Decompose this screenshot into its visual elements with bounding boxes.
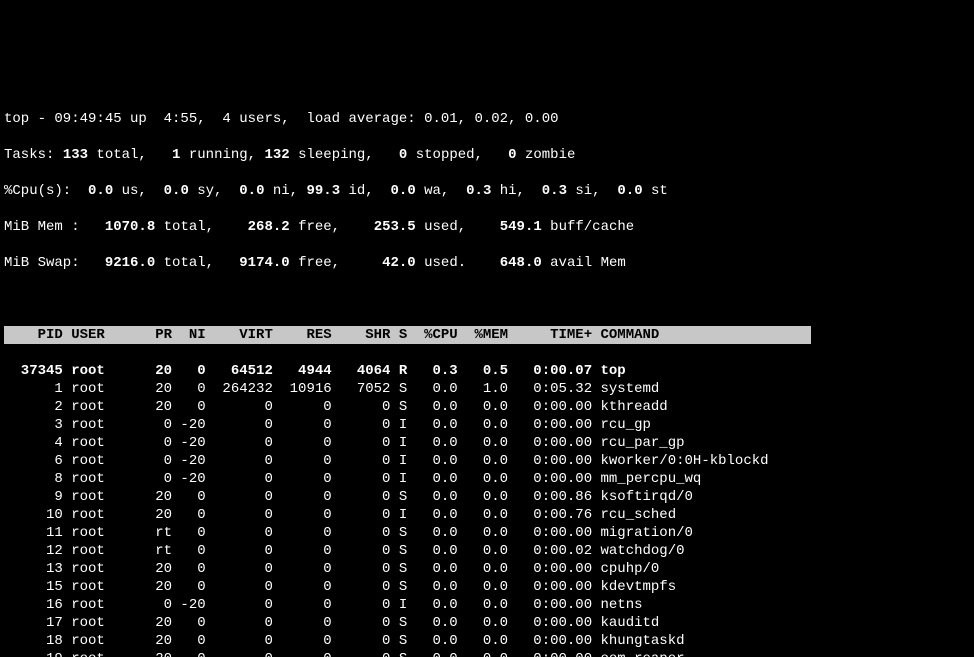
process-row[interactable]: 8 root 0 -20 0 0 0 I 0.0 0.0 0:00.00 mm_… [4,470,970,488]
process-row[interactable]: 37345 root 20 0 64512 4944 4064 R 0.3 0.… [4,362,970,380]
process-row[interactable]: 15 root 20 0 0 0 0 S 0.0 0.0 0:00.00 kde… [4,578,970,596]
process-row[interactable]: 19 root 20 0 0 0 0 S 0.0 0.0 0:00.00 oom… [4,650,970,657]
process-row[interactable]: 9 root 20 0 0 0 0 S 0.0 0.0 0:00.86 ksof… [4,488,970,506]
summary-line-5: MiB Swap: 9216.0 total, 9174.0 free, 42.… [4,254,970,272]
process-row[interactable]: 12 root rt 0 0 0 0 S 0.0 0.0 0:00.02 wat… [4,542,970,560]
blank-line [4,290,970,308]
summary-line-4: MiB Mem : 1070.8 total, 268.2 free, 253.… [4,218,970,236]
summary-line-3: %Cpu(s): 0.0 us, 0.0 sy, 0.0 ni, 99.3 id… [4,182,970,200]
process-row[interactable]: 6 root 0 -20 0 0 0 I 0.0 0.0 0:00.00 kwo… [4,452,970,470]
summary-line-1: top - 09:49:45 up 4:55, 4 users, load av… [4,110,970,128]
process-row[interactable]: 3 root 0 -20 0 0 0 I 0.0 0.0 0:00.00 rcu… [4,416,970,434]
terminal[interactable]: top - 09:49:45 up 4:55, 4 users, load av… [0,90,974,657]
process-row[interactable]: 1 root 20 0 264232 10916 7052 S 0.0 1.0 … [4,380,970,398]
process-row[interactable]: 17 root 20 0 0 0 0 S 0.0 0.0 0:00.00 kau… [4,614,970,632]
process-row[interactable]: 16 root 0 -20 0 0 0 I 0.0 0.0 0:00.00 ne… [4,596,970,614]
column-header[interactable]: PID USER PR NI VIRT RES SHR S %CPU %MEM … [4,326,970,344]
process-row[interactable]: 18 root 20 0 0 0 0 S 0.0 0.0 0:00.00 khu… [4,632,970,650]
summary-line-2: Tasks: 133 total, 1 running, 132 sleepin… [4,146,970,164]
process-list[interactable]: 37345 root 20 0 64512 4944 4064 R 0.3 0.… [4,362,970,657]
process-row[interactable]: 4 root 0 -20 0 0 0 I 0.0 0.0 0:00.00 rcu… [4,434,970,452]
process-row[interactable]: 10 root 20 0 0 0 0 I 0.0 0.0 0:00.76 rcu… [4,506,970,524]
process-row[interactable]: 13 root 20 0 0 0 0 S 0.0 0.0 0:00.00 cpu… [4,560,970,578]
process-row[interactable]: 2 root 20 0 0 0 0 S 0.0 0.0 0:00.00 kthr… [4,398,970,416]
process-row[interactable]: 11 root rt 0 0 0 0 S 0.0 0.0 0:00.00 mig… [4,524,970,542]
